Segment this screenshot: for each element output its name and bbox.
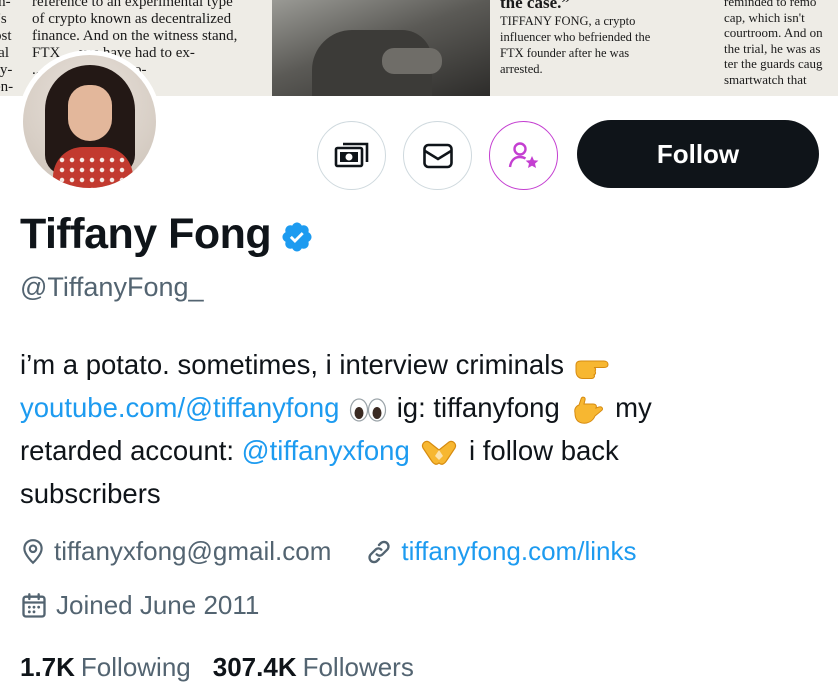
location-text: tiffanyxfong@gmail.com bbox=[54, 536, 332, 566]
website-item[interactable]: tiffanyfong.com/links bbox=[365, 536, 636, 567]
banner-text: cap, which isn't bbox=[724, 9, 805, 25]
pointing-right-emoji-icon bbox=[575, 360, 609, 379]
verified-badge-icon[interactable] bbox=[280, 220, 314, 254]
banner-caption: TIFFANY FONG, a crypto bbox=[500, 14, 636, 28]
profile-name-row: Tiffany Fong bbox=[20, 210, 314, 259]
banner-text: the trial, he was as bbox=[724, 40, 821, 56]
banner-text: t's bbox=[0, 11, 7, 27]
banner-text: ter the guards caug bbox=[724, 56, 823, 71]
banner-column-a: in- t's ost tal sy- en- bbox=[0, 0, 20, 96]
banner-text: sy- bbox=[0, 62, 13, 78]
money-icon bbox=[334, 142, 368, 167]
banner-text: tal bbox=[0, 45, 9, 61]
tip-button[interactable] bbox=[317, 121, 386, 190]
link-icon bbox=[368, 540, 391, 563]
calendar-icon bbox=[22, 592, 46, 618]
heart-hands-emoji-icon bbox=[422, 440, 457, 465]
profile-name: Tiffany Fong bbox=[20, 210, 272, 258]
bio-text: i follow back bbox=[469, 435, 619, 466]
website-link[interactable]: tiffanyfong.com/links bbox=[401, 536, 636, 567]
youtube-link[interactable]: youtube.com/@tiffanyfong bbox=[20, 392, 339, 423]
follow-button[interactable]: Follow bbox=[577, 120, 819, 188]
bio-text: subscribers bbox=[20, 478, 161, 509]
location-pin-icon bbox=[23, 538, 43, 564]
banner-photo bbox=[272, 0, 490, 96]
banner-column-d: reminded to remo cap, which isn't courtr… bbox=[724, 0, 838, 87]
followers-count: 307.4K bbox=[212, 652, 297, 682]
banner-text: reminded to remo bbox=[724, 0, 817, 9]
mail-icon bbox=[422, 143, 453, 168]
message-button[interactable] bbox=[403, 121, 472, 190]
avatar-image bbox=[23, 55, 156, 188]
profile-meta-row: tiffanyxfong@gmail.com tiffanyfong.com/l… bbox=[20, 536, 636, 567]
banner-text: in- bbox=[0, 0, 11, 10]
banner-text: courtroom. And on bbox=[724, 25, 823, 40]
banner-text: finance. And on the witness stand, bbox=[32, 28, 238, 44]
profile-avatar[interactable] bbox=[18, 50, 161, 193]
banner-text: reference to an experimental type bbox=[32, 0, 233, 10]
following-stat[interactable]: 1.7K Following bbox=[20, 652, 191, 683]
banner-text: ost bbox=[0, 28, 12, 44]
banner-caption: FTX founder after he was bbox=[500, 46, 630, 60]
banner-text: smartwatch that bbox=[724, 71, 807, 87]
followers-stat[interactable]: 307.4K Followers bbox=[213, 652, 414, 683]
banner-text: of crypto known as decentralized bbox=[32, 11, 232, 27]
following-count: 1.7K bbox=[20, 652, 75, 682]
call-me-hand-emoji-icon bbox=[574, 396, 604, 424]
banner-caption: arrested. bbox=[500, 62, 543, 76]
joined-text: Joined June 2011 bbox=[56, 590, 260, 620]
subscribe-button[interactable] bbox=[489, 121, 558, 190]
bio-text: i’m a potato. sometimes, i interview cri… bbox=[20, 349, 565, 380]
subscribe-icon bbox=[508, 141, 538, 168]
follow-stats: 1.7K Following 307.4K Followers bbox=[20, 652, 414, 683]
eyes-emoji-icon bbox=[349, 398, 387, 422]
profile-bio: i’m a potato. sometimes, i interview cri… bbox=[20, 343, 820, 515]
location-item: tiffanyxfong@gmail.com bbox=[20, 536, 331, 567]
bio-text: my bbox=[615, 392, 652, 423]
bio-text: ig: tiffanyfong bbox=[396, 392, 560, 423]
banner-column-c: the case.” TIFFANY FONG, a crypto influe… bbox=[500, 0, 705, 77]
banner-quote: the case.” bbox=[500, 0, 570, 12]
followers-label: Followers bbox=[302, 652, 414, 682]
profile-handle: @TiffanyFong_ bbox=[20, 272, 204, 302]
joined-row: Joined June 2011 bbox=[20, 590, 259, 621]
mention-link[interactable]: @tiffanyxfong bbox=[242, 435, 410, 466]
joined-item: Joined June 2011 bbox=[20, 590, 259, 621]
banner-caption: influencer who befriended the bbox=[500, 30, 651, 44]
banner-text: en- bbox=[0, 79, 14, 95]
bio-text: retarded account: bbox=[20, 435, 235, 466]
following-label: Following bbox=[80, 652, 191, 682]
